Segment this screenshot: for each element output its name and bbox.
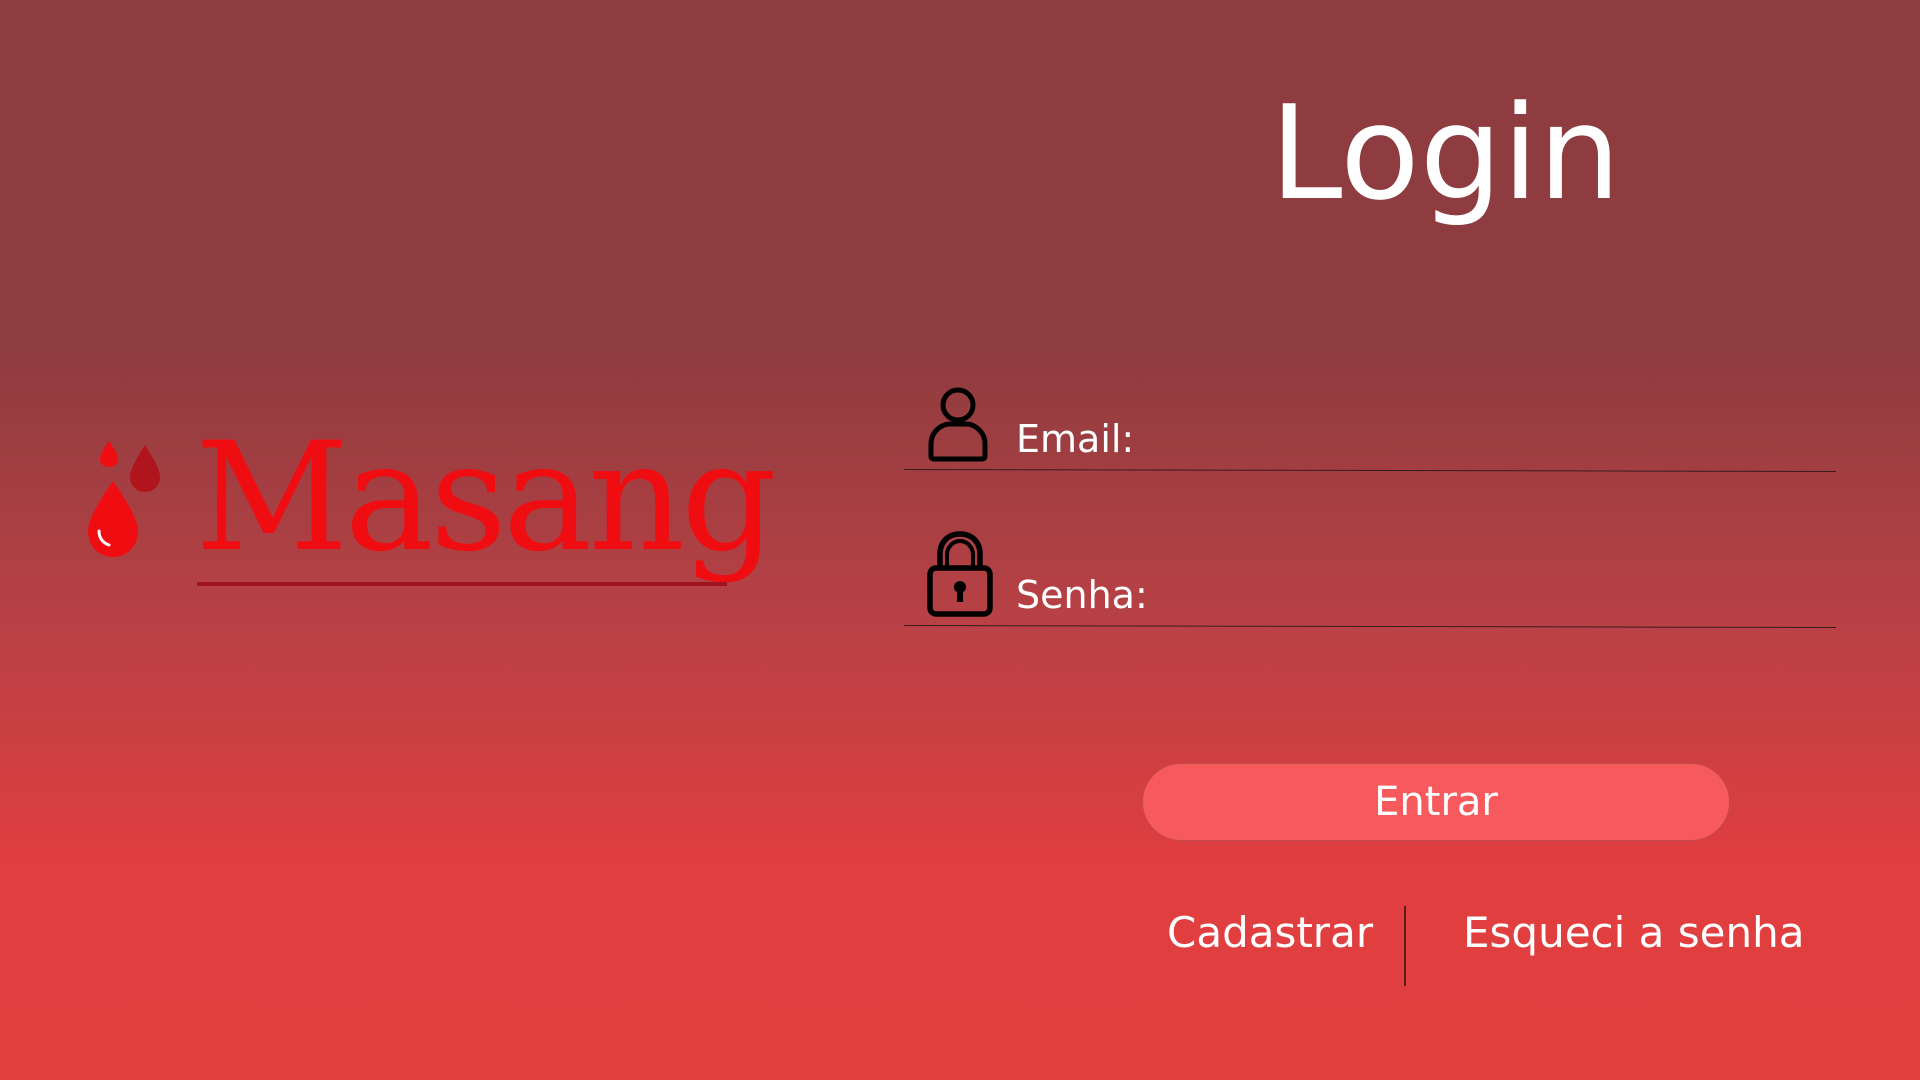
brand-underline	[197, 582, 727, 586]
brand-name: Masang	[195, 411, 777, 585]
lock-icon	[927, 531, 993, 617]
email-underline	[903, 469, 1836, 472]
email-label: Email:	[1016, 417, 1135, 461]
password-field-group: Senha:	[903, 531, 1836, 628]
user-icon	[928, 387, 988, 462]
blood-drops-icon	[88, 441, 160, 557]
password-input[interactable]	[1154, 570, 1836, 618]
links-divider	[1404, 906, 1406, 986]
forgot-password-link[interactable]: Esqueci a senha	[1463, 912, 1804, 954]
brand-logo: Masang	[85, 423, 777, 615]
signup-link[interactable]: Cadastrar	[1167, 912, 1373, 954]
enter-button[interactable]: Entrar	[1142, 763, 1730, 841]
page-title: Login	[1270, 77, 1621, 229]
password-label: Senha:	[1016, 573, 1148, 617]
password-underline	[903, 625, 1836, 628]
email-input[interactable]	[1154, 414, 1836, 462]
email-field-group: Email:	[903, 378, 1836, 472]
